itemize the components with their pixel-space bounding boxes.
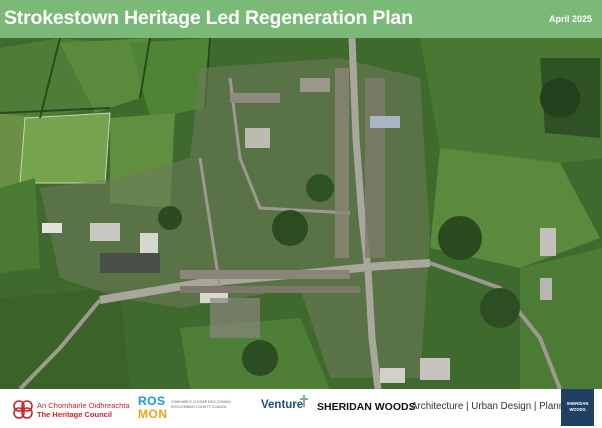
publication-date: April 2025 xyxy=(548,14,592,24)
aerial-map-image xyxy=(0,38,602,389)
venture-mark-icon xyxy=(300,395,308,407)
page-title: Strokestown Heritage Led Regeneration Pl… xyxy=(4,7,413,29)
heritage-council-logo-icon xyxy=(13,400,33,419)
roscommon-council-logo: ROS MON COMHAIRLE CONTAE ROS COMÁIN ROSC… xyxy=(138,393,238,425)
heritage-council-logo: An Chomhairle Oidhreachta The Heritage C… xyxy=(12,396,130,422)
cover-page: Strokestown Heritage Led Regeneration Pl… xyxy=(0,0,602,428)
sheridan-woods-tagline: Architecture | Urban Design | Planning xyxy=(411,401,578,412)
heritage-council-irish-name: An Chomhairle Oidhreachta xyxy=(37,401,130,410)
sheridan-box-line1: SHERIDAN xyxy=(566,401,589,406)
heritage-council-english-name: The Heritage Council xyxy=(37,410,113,419)
title-banner: Strokestown Heritage Led Regeneration Pl… xyxy=(0,0,602,38)
rosmon-logo-bottom: MON xyxy=(138,407,168,421)
partner-logo-strip: An Chomhairle Oidhreachta The Heritage C… xyxy=(0,389,602,428)
rosmon-logo-caption: COMHAIRLE CONTAE ROS COMÁIN ROSCOMMON CO… xyxy=(171,400,231,409)
sheridan-woods-logo-box: SHERIDAN WOODS xyxy=(561,389,594,426)
rosmon-logo-top: ROS xyxy=(138,394,166,408)
sheridan-woods-name: SHERIDAN WOODS xyxy=(317,401,416,413)
sheridan-box-line2: WOODS xyxy=(569,407,586,412)
venture-logo-text: Venture xyxy=(261,399,304,411)
